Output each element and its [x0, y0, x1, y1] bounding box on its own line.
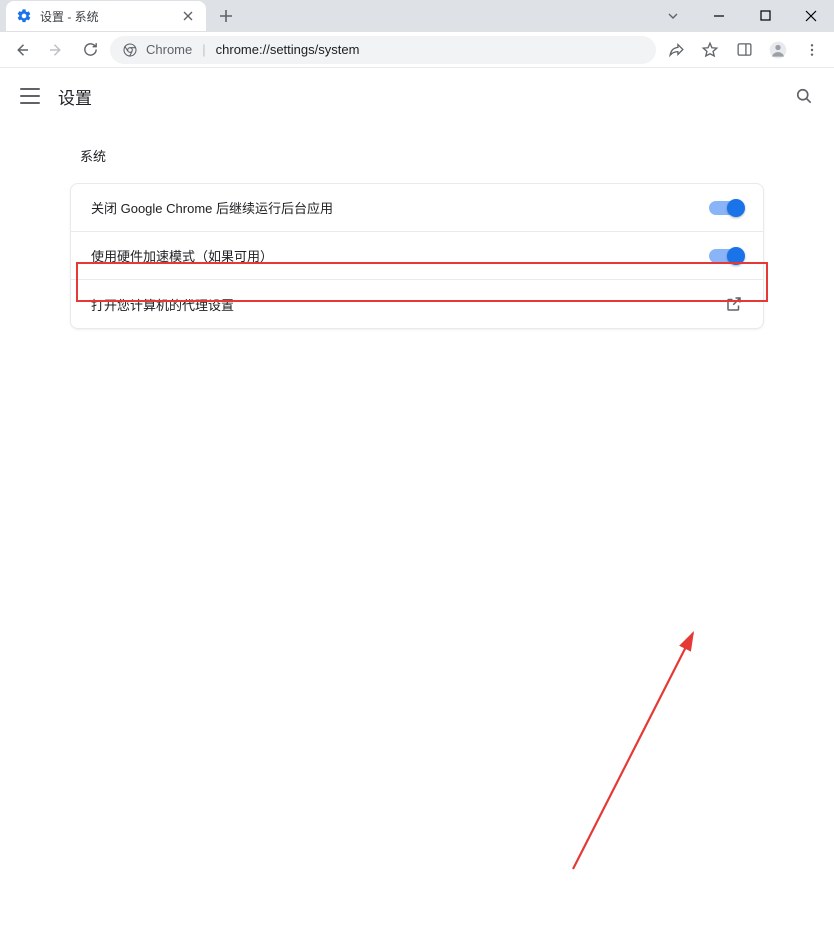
section-label-system: 系统: [70, 132, 764, 183]
settings-page-title: 设置: [58, 84, 92, 109]
tab-close-icon[interactable]: [180, 8, 196, 24]
nav-back-button[interactable]: [8, 36, 36, 64]
bookmark-star-icon[interactable]: [696, 36, 724, 64]
row-background-apps[interactable]: 关闭 Google Chrome 后继续运行后台应用: [71, 184, 763, 232]
row-label: 关闭 Google Chrome 后继续运行后台应用: [91, 198, 697, 217]
omnibox-separator: |: [202, 42, 205, 57]
window-titlebar: 设置 - 系统: [0, 0, 834, 32]
toggle-background-apps[interactable]: [709, 201, 743, 215]
browser-tab[interactable]: 设置 - 系统: [6, 1, 206, 31]
chrome-logo-icon: [122, 42, 138, 58]
row-label: 打开您计算机的代理设置: [91, 295, 713, 314]
menu-hamburger-icon[interactable]: [20, 88, 40, 104]
omnibox[interactable]: Chrome | chrome://settings/system: [110, 36, 656, 64]
system-settings-card: 关闭 Google Chrome 后继续运行后台应用 使用硬件加速模式（如果可用…: [70, 183, 764, 329]
nav-forward-button[interactable]: [42, 36, 70, 64]
open-external-icon[interactable]: [725, 295, 743, 313]
settings-header: 设置: [0, 68, 834, 124]
window-minimize-button[interactable]: [696, 0, 742, 32]
window-close-button[interactable]: [788, 0, 834, 32]
omnibox-path: chrome://settings/system: [216, 42, 360, 57]
row-hardware-accel[interactable]: 使用硬件加速模式（如果可用）: [71, 232, 763, 280]
row-label: 使用硬件加速模式（如果可用）: [91, 246, 697, 265]
side-panel-icon[interactable]: [730, 36, 758, 64]
settings-gear-icon: [16, 8, 32, 24]
annotation-arrow: [0, 329, 834, 941]
omnibox-host: Chrome: [146, 42, 192, 57]
share-icon[interactable]: [662, 36, 690, 64]
toggle-hardware-accel[interactable]: [709, 249, 743, 263]
caption-chevron-icon[interactable]: [650, 10, 696, 22]
kebab-menu-icon[interactable]: [798, 36, 826, 64]
profile-avatar-icon[interactable]: [764, 36, 792, 64]
search-icon[interactable]: [794, 86, 814, 106]
window-controls: [650, 0, 834, 31]
tab-title: 设置 - 系统: [40, 8, 172, 25]
nav-reload-button[interactable]: [76, 36, 104, 64]
row-proxy-settings[interactable]: 打开您计算机的代理设置: [71, 280, 763, 328]
tab-strip: 设置 - 系统: [0, 0, 650, 31]
settings-content: 系统 关闭 Google Chrome 后继续运行后台应用 使用硬件加速模式（如…: [0, 124, 834, 329]
browser-toolbar: Chrome | chrome://settings/system: [0, 32, 834, 68]
new-tab-button[interactable]: [212, 2, 240, 30]
window-maximize-button[interactable]: [742, 0, 788, 32]
